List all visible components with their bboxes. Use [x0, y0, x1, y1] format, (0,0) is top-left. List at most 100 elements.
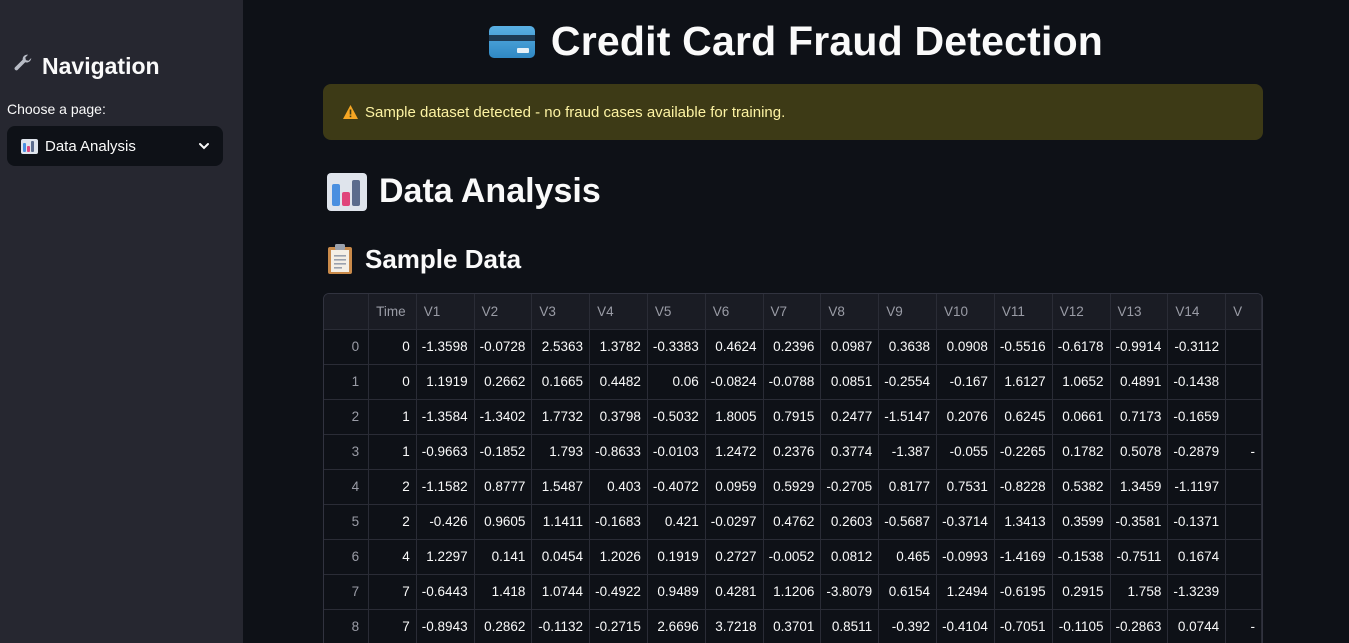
- table-cell[interactable]: -1.387: [878, 434, 938, 470]
- table-cell[interactable]: 0.9605: [474, 504, 533, 540]
- table-cell[interactable]: -0.0052: [763, 539, 822, 575]
- table-cell[interactable]: -0.5687: [878, 504, 938, 540]
- table-row[interactable]: 0 0 -1.3598 -0.0728 2.5363 1.3782 -0.3383 0.462…: [324, 329, 1262, 365]
- row-index-cell[interactable]: 7: [324, 574, 370, 610]
- table-cell[interactable]: 0.2862: [474, 609, 533, 643]
- table-row[interactable]: 8 7 -0.8943 0.2862 -0.1132 -0.2715 2.6696 3.721…: [324, 609, 1262, 643]
- table-cell[interactable]: -0.0788: [763, 364, 822, 400]
- table-cell[interactable]: [1225, 329, 1262, 365]
- table-cell[interactable]: 0.0812: [820, 539, 880, 575]
- table-cell[interactable]: 0.4762: [763, 504, 822, 540]
- table-cell[interactable]: -0.2863: [1110, 609, 1169, 643]
- table-cell[interactable]: 1.2494: [936, 574, 995, 610]
- table-cell[interactable]: 0.8511: [820, 609, 880, 643]
- table-cell[interactable]: 1.3413: [994, 504, 1053, 540]
- table-cell[interactable]: -0.7511: [1110, 539, 1169, 575]
- table-row[interactable]: 3 1 -0.9663 -0.1852 1.793 -0.8633 -0.0103 1.247…: [324, 434, 1262, 470]
- table-cell[interactable]: 0.465: [878, 539, 938, 575]
- table-cell[interactable]: 0.8177: [878, 469, 938, 505]
- table-cell[interactable]: 3.7218: [705, 609, 764, 643]
- table-cell[interactable]: -: [1225, 434, 1262, 470]
- table-cell[interactable]: 1.6127: [994, 364, 1053, 400]
- table-cell[interactable]: 0.2477: [820, 399, 880, 435]
- column-header[interactable]: V7: [763, 294, 822, 330]
- row-index-cell[interactable]: 8: [324, 609, 370, 643]
- table-cell[interactable]: 7: [368, 609, 417, 643]
- table-cell[interactable]: [1225, 364, 1262, 400]
- table-cell[interactable]: -1.3598: [416, 329, 475, 365]
- row-index-cell[interactable]: 2: [324, 399, 370, 435]
- row-index-cell[interactable]: 1: [324, 364, 370, 400]
- column-header[interactable]: V4: [589, 294, 648, 330]
- table-row[interactable]: 6 4 1.2297 0.141 0.0454 1.2026 0.1919 0.2727 -0.…: [324, 539, 1262, 575]
- table-cell[interactable]: -1.1197: [1167, 469, 1227, 505]
- table-cell[interactable]: 0.5382: [1052, 469, 1111, 505]
- table-cell[interactable]: 0.1919: [647, 539, 706, 575]
- column-header[interactable]: Time: [368, 294, 417, 330]
- table-cell[interactable]: 1.5487: [531, 469, 591, 505]
- table-cell[interactable]: 1.3782: [589, 329, 648, 365]
- table-cell[interactable]: 0.3599: [1052, 504, 1111, 540]
- table-cell[interactable]: -0.0728: [474, 329, 533, 365]
- row-index-cell[interactable]: 4: [324, 469, 370, 505]
- index-header[interactable]: [324, 294, 370, 330]
- table-cell[interactable]: [1225, 574, 1262, 610]
- table-cell[interactable]: -0.426: [416, 504, 475, 540]
- table-cell[interactable]: -0.1659: [1167, 399, 1227, 435]
- table-cell[interactable]: -0.5516: [994, 329, 1053, 365]
- table-cell[interactable]: 1.758: [1110, 574, 1169, 610]
- table-cell[interactable]: -0.1371: [1167, 504, 1227, 540]
- table-cell[interactable]: -0.6178: [1052, 329, 1111, 365]
- table-cell[interactable]: -0.392: [878, 609, 938, 643]
- column-header[interactable]: V14: [1167, 294, 1227, 330]
- table-cell[interactable]: -1.1582: [416, 469, 475, 505]
- table-cell[interactable]: 0.403: [589, 469, 648, 505]
- table-cell[interactable]: -0.2554: [878, 364, 938, 400]
- table-cell[interactable]: -0.4922: [589, 574, 648, 610]
- table-cell[interactable]: 0.1782: [1052, 434, 1111, 470]
- table-cell[interactable]: 0.6154: [878, 574, 938, 610]
- table-row[interactable]: 5 2 -0.426 0.9605 1.1411 -0.1683 0.421 -0.0297 0…: [324, 504, 1262, 540]
- table-cell[interactable]: -0.1132: [531, 609, 591, 643]
- table-cell[interactable]: -0.8633: [589, 434, 648, 470]
- table-cell[interactable]: [1225, 504, 1262, 540]
- table-cell[interactable]: 1.2026: [589, 539, 648, 575]
- table-cell[interactable]: 1.2297: [416, 539, 475, 575]
- table-cell[interactable]: -0.1105: [1052, 609, 1111, 643]
- column-header[interactable]: V1: [416, 294, 475, 330]
- table-cell[interactable]: -0.8228: [994, 469, 1053, 505]
- table-cell[interactable]: 2: [368, 469, 417, 505]
- table-cell[interactable]: 0.7531: [936, 469, 995, 505]
- table-cell[interactable]: 1.0652: [1052, 364, 1111, 400]
- table-cell[interactable]: 0.4624: [705, 329, 764, 365]
- table-cell[interactable]: -0.2715: [589, 609, 648, 643]
- column-header[interactable]: V3: [531, 294, 591, 330]
- table-cell[interactable]: 0.0908: [936, 329, 995, 365]
- table-cell[interactable]: 0.0987: [820, 329, 880, 365]
- table-cell[interactable]: -0.1438: [1167, 364, 1227, 400]
- table-cell[interactable]: -1.3402: [474, 399, 533, 435]
- table-cell[interactable]: -0.6443: [416, 574, 475, 610]
- table-cell[interactable]: -0.3714: [936, 504, 995, 540]
- row-index-cell[interactable]: 6: [324, 539, 370, 575]
- table-cell[interactable]: -0.3112: [1167, 329, 1227, 365]
- table-cell[interactable]: 0.4891: [1110, 364, 1169, 400]
- table-cell[interactable]: 2.6696: [647, 609, 706, 643]
- table-cell[interactable]: 0.2727: [705, 539, 764, 575]
- table-cell[interactable]: 0.1665: [531, 364, 591, 400]
- table-cell[interactable]: 0.421: [647, 504, 706, 540]
- table-cell[interactable]: 0.06: [647, 364, 706, 400]
- table-cell[interactable]: 1.1206: [763, 574, 822, 610]
- table-cell[interactable]: -0.1538: [1052, 539, 1111, 575]
- table-cell[interactable]: -0.4104: [936, 609, 995, 643]
- table-cell[interactable]: 0.3701: [763, 609, 822, 643]
- table-cell[interactable]: 0.2603: [820, 504, 880, 540]
- table-cell[interactable]: -0.9663: [416, 434, 475, 470]
- column-header[interactable]: V12: [1052, 294, 1111, 330]
- table-cell[interactable]: 0.9489: [647, 574, 706, 610]
- table-cell[interactable]: [1225, 539, 1262, 575]
- table-cell[interactable]: 0.4281: [705, 574, 764, 610]
- column-header[interactable]: V: [1225, 294, 1262, 330]
- table-cell[interactable]: 1.1919: [416, 364, 475, 400]
- table-cell[interactable]: -1.3584: [416, 399, 475, 435]
